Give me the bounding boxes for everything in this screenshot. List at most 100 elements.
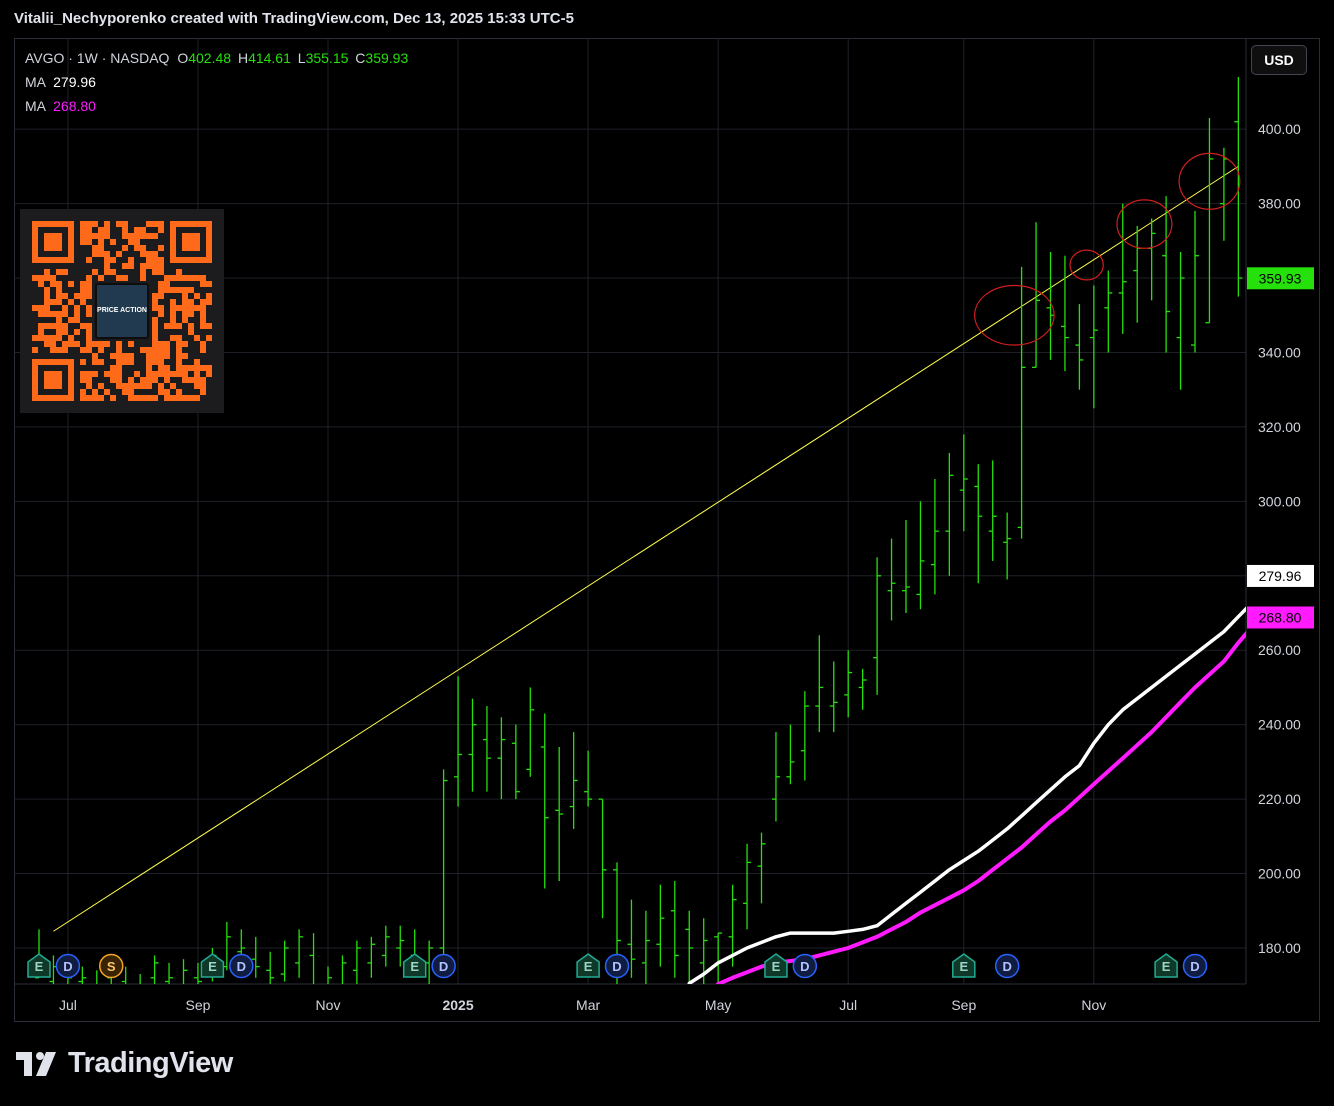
qr-module <box>152 335 158 341</box>
ohlc-bar <box>786 724 795 785</box>
qr-module <box>152 233 158 239</box>
qr-module <box>122 233 128 239</box>
qr-module <box>158 365 164 371</box>
qr-module <box>110 353 116 359</box>
qr-module <box>86 377 92 383</box>
qr-module <box>146 251 152 257</box>
dividend-marker[interactable]: D <box>994 953 1020 979</box>
grid-lines <box>14 38 1246 984</box>
y-tick-label: 320.00 <box>1258 419 1301 435</box>
earnings-marker[interactable]: E <box>576 953 600 978</box>
price-chart[interactable]: 180.00200.00220.00240.00260.00280.00300.… <box>14 38 1320 1022</box>
dividend-marker[interactable]: D <box>792 953 818 979</box>
earnings-marker[interactable]: E <box>27 953 51 978</box>
qr-module <box>170 317 176 323</box>
qr-module <box>182 353 188 359</box>
qr-module <box>182 305 188 311</box>
qr-module <box>158 311 164 317</box>
ohlc-bar <box>1060 255 1069 372</box>
y-tick-label: 340.00 <box>1258 344 1301 360</box>
y-tick-label: 260.00 <box>1258 642 1301 658</box>
qr-module <box>164 323 170 329</box>
qr-module <box>170 395 176 401</box>
ma-slow-line <box>716 630 1246 984</box>
earnings-marker[interactable]: E <box>402 953 427 978</box>
qr-module <box>86 395 92 401</box>
ohlc-bar <box>1191 211 1199 353</box>
x-tick-label: 2025 <box>442 997 473 1013</box>
qr-module <box>80 287 86 293</box>
qr-module <box>86 311 92 317</box>
qr-module <box>80 239 86 245</box>
qr-module <box>98 227 104 233</box>
qr-module <box>104 257 110 263</box>
dividend-marker[interactable]: D <box>55 953 81 979</box>
qr-module <box>122 263 128 269</box>
qr-module <box>38 311 44 317</box>
qr-module <box>206 293 212 299</box>
qr-module <box>206 281 212 287</box>
event-label: E <box>959 959 968 974</box>
qr-module <box>56 299 62 305</box>
qr-module <box>170 371 176 377</box>
ma-fast-label: MA <box>25 74 46 90</box>
qr-module <box>92 341 98 347</box>
qr-module <box>140 233 146 239</box>
qr-module <box>176 371 182 377</box>
qr-module <box>104 389 110 395</box>
qr-module <box>200 317 206 323</box>
earnings-marker[interactable]: E <box>952 953 976 978</box>
dividend-marker[interactable]: D <box>229 953 254 979</box>
qr-module <box>86 341 92 347</box>
earnings-marker[interactable]: E <box>200 953 225 978</box>
qr-module <box>164 281 170 287</box>
ohlc-bar <box>757 832 766 904</box>
ohlc-bar <box>555 747 564 882</box>
annotation-circle <box>1069 249 1104 281</box>
dividend-marker[interactable]: D <box>431 953 456 979</box>
qr-module <box>50 347 56 353</box>
currency-button[interactable]: USD <box>1251 45 1307 75</box>
dividend-marker[interactable]: D <box>604 953 630 979</box>
qr-module <box>86 371 92 377</box>
qr-module <box>158 341 164 347</box>
qr-module <box>92 353 98 359</box>
earnings-marker[interactable]: E <box>1154 953 1178 978</box>
ohlc-bar <box>454 676 463 807</box>
earnings-marker[interactable]: E <box>764 953 788 978</box>
qr-module <box>104 371 110 377</box>
qr-module <box>176 335 182 341</box>
split-marker[interactable]: S <box>99 953 124 979</box>
qr-module <box>110 371 116 377</box>
ohlc-bar <box>1003 512 1012 580</box>
qr-module <box>134 245 140 251</box>
qr-module <box>158 245 164 251</box>
event-label: E <box>1162 959 1171 974</box>
symbol-legend[interactable]: AVGO · 1W · NASDAQ O402.48 H414.61 L355.… <box>25 50 408 66</box>
dividend-marker[interactable]: D <box>1182 953 1208 979</box>
qr-module <box>50 311 56 317</box>
tradingview-brand[interactable]: TradingView <box>16 1047 233 1080</box>
qr-module <box>110 239 116 245</box>
ma-slow-legend[interactable]: MA 268.80 <box>25 98 96 114</box>
qr-module <box>44 275 50 281</box>
qr-module <box>146 353 152 359</box>
qr-module <box>56 269 62 275</box>
qr-module <box>122 359 128 365</box>
qr-module <box>98 275 104 281</box>
y-tick-label: 240.00 <box>1258 717 1301 733</box>
qr-module <box>92 371 98 377</box>
qr-module <box>188 365 194 371</box>
ohlc-bar <box>511 724 520 800</box>
ma-fast-legend[interactable]: MA 279.96 <box>25 74 96 90</box>
x-tick-label: Nov <box>316 997 341 1013</box>
trendline <box>53 165 1239 932</box>
qr-module <box>182 371 188 377</box>
qr-module <box>146 347 152 353</box>
qr-module <box>170 335 176 341</box>
ohlc-bar <box>121 966 127 984</box>
qr-module <box>146 359 152 365</box>
qr-module <box>122 353 128 359</box>
qr-module <box>176 353 182 359</box>
qr-finder-inner <box>182 233 200 251</box>
